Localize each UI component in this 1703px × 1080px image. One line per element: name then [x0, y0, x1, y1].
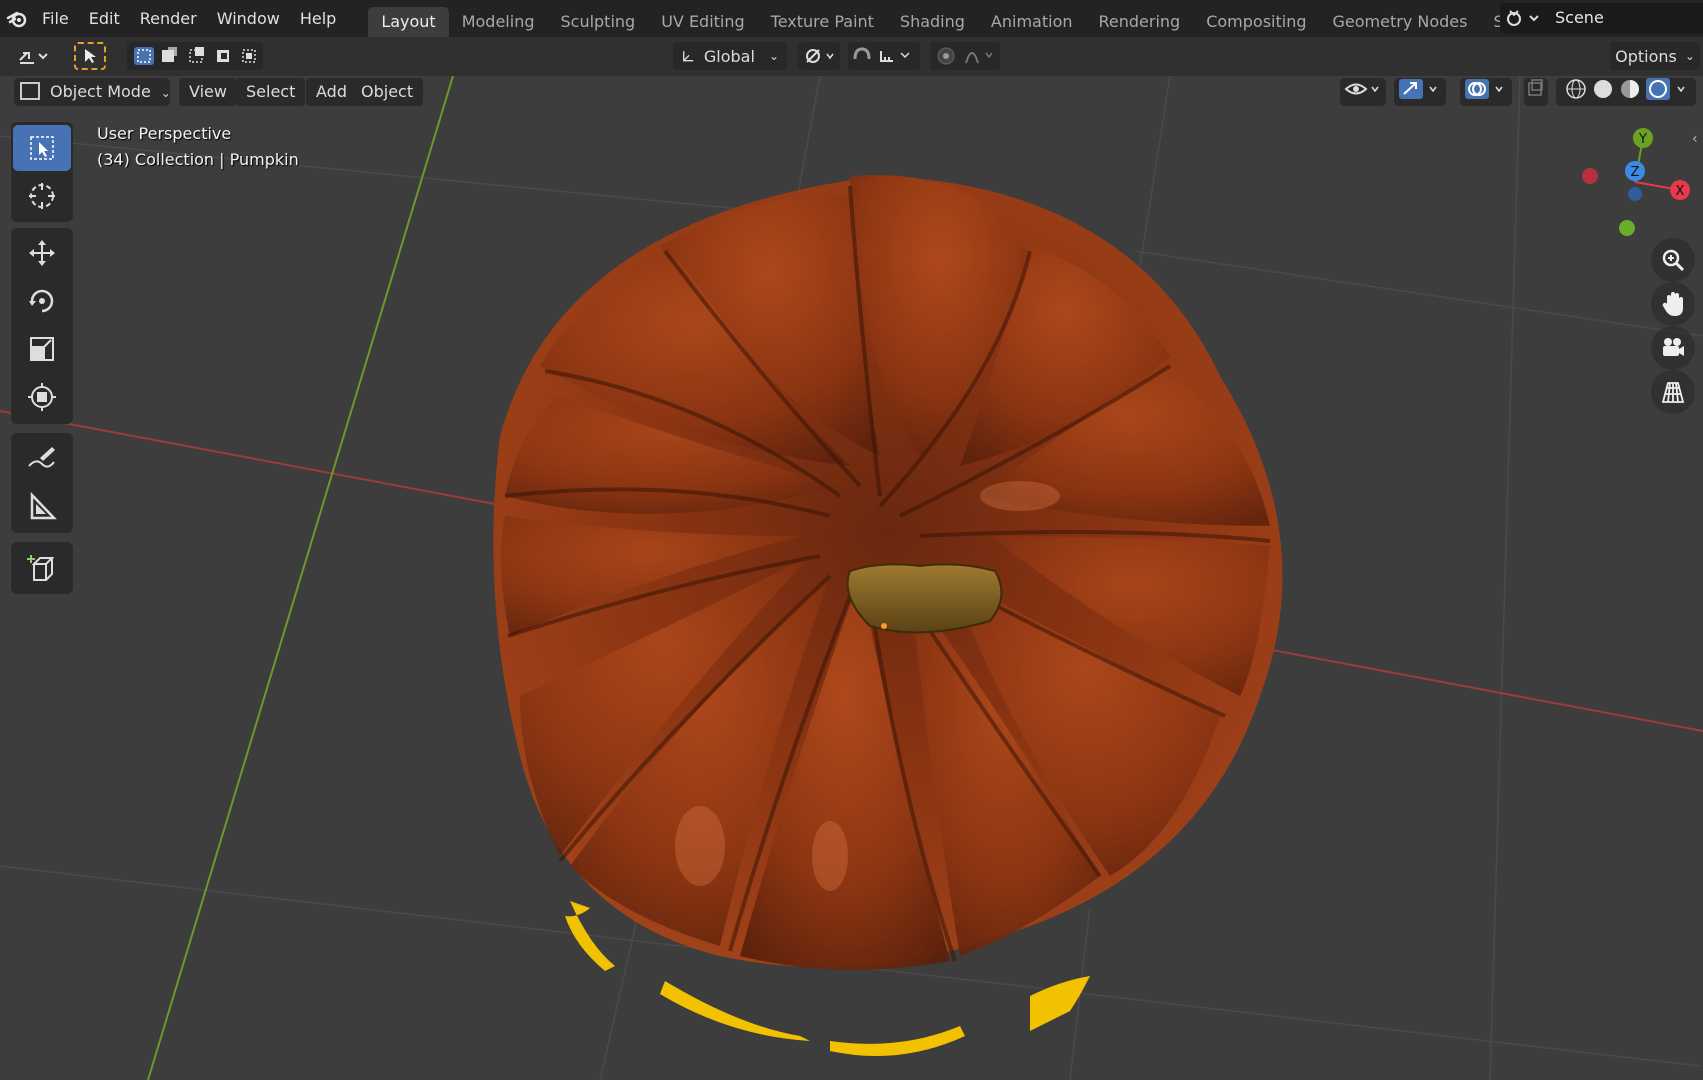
visibility-eye-icon[interactable] [1340, 78, 1386, 106]
chevron-down-icon: ⌄ [160, 86, 171, 100]
neg-x-axis-ball[interactable] [1582, 168, 1598, 184]
orientation-icon [683, 51, 694, 62]
blender-logo-icon[interactable] [2, 0, 32, 37]
pumpkin-object[interactable] [493, 175, 1283, 1056]
scale-icon[interactable] [13, 326, 71, 372]
menu-object[interactable]: Object [351, 78, 424, 106]
select-box-icon[interactable] [13, 125, 71, 171]
transform-orientation-dropdown[interactable]: Global ⌄ [673, 42, 787, 70]
menu-file[interactable]: File [32, 0, 79, 37]
add-cube-icon[interactable] [13, 545, 71, 591]
tab-modeling[interactable]: Modeling [449, 7, 548, 37]
workspace-tabs: Layout Modeling Sculpting UV Editing Tex… [368, 0, 1577, 37]
neg-z-axis-ball[interactable] [1628, 187, 1642, 201]
tab-animation[interactable]: Animation [978, 7, 1086, 37]
tab-rendering[interactable]: Rendering [1086, 7, 1194, 37]
neg-y-axis-ball[interactable] [1619, 220, 1635, 236]
toolbar-group-annotate [11, 433, 73, 533]
tab-geometry-nodes[interactable]: Geometry Nodes [1320, 7, 1481, 37]
pivot-point-icon[interactable] [798, 42, 840, 70]
gizmo-x-label: X [1676, 184, 1685, 199]
tab-sculpting[interactable]: Sculpting [547, 7, 648, 37]
toolbar-group-transform [11, 228, 73, 424]
orientation-label: Global [703, 46, 755, 66]
options-dropdown[interactable]: Options ⌄ [1610, 42, 1700, 70]
shading-mode-group [1556, 78, 1696, 106]
top-menu-bar: File Edit Render Window Help Layout Mode… [0, 0, 1703, 37]
object-mode-dropdown[interactable]: Object Mode ⌄ [14, 78, 171, 106]
tab-layout[interactable]: Layout [368, 6, 449, 37]
tab-uv-editing[interactable]: UV Editing [648, 7, 757, 37]
collection-label: (34) Collection | Pumpkin [97, 150, 299, 169]
rendered-shading-icon[interactable] [1646, 78, 1670, 100]
grid-view-icon[interactable] [1651, 370, 1695, 414]
tab-texture-paint[interactable]: Texture Paint [758, 7, 887, 37]
object-mode-icon [20, 82, 40, 100]
rotate-icon[interactable] [13, 278, 71, 324]
editor-type-icon[interactable] [14, 42, 56, 70]
material-shading-icon[interactable] [1621, 80, 1639, 98]
viewport-scene: Y Z X [0, 76, 1703, 1080]
cursor-icon[interactable] [13, 173, 71, 219]
menu-add[interactable]: Add [306, 78, 357, 106]
gizmo-toggle-icon[interactable] [1394, 78, 1446, 106]
xray-toggle-icon[interactable] [1524, 78, 1548, 106]
menu-help[interactable]: Help [290, 0, 346, 37]
zoom-icon[interactable] [1651, 238, 1695, 282]
overlays-toggle-icon[interactable] [1460, 78, 1512, 106]
solid-shading-icon[interactable] [1594, 80, 1612, 98]
measure-icon[interactable] [13, 484, 71, 530]
tab-compositing[interactable]: Compositing [1193, 7, 1319, 37]
select-mode-group [127, 42, 263, 70]
toolbar-group-add [11, 542, 73, 594]
scene-icon[interactable] [1500, 5, 1544, 31]
perspective-label: User Perspective [97, 124, 232, 143]
move-icon[interactable] [13, 230, 71, 276]
select-tool-icon[interactable] [74, 42, 106, 70]
scene-name: Scene [1555, 8, 1604, 27]
annotate-icon[interactable] [13, 436, 71, 482]
tab-shading[interactable]: Shading [887, 7, 978, 37]
proportional-editing-group [930, 42, 1000, 70]
chevron-down-icon: ⌄ [768, 49, 779, 63]
wireframe-shading-icon[interactable] [1566, 79, 1586, 99]
proportional-icon[interactable] [932, 45, 998, 67]
object-origin-dot [881, 623, 887, 629]
transform-icon[interactable] [13, 374, 71, 420]
menu-view[interactable]: View [179, 78, 237, 106]
gizmo-z-label: Z [1631, 165, 1640, 180]
navigation-gizmo[interactable]: Y Z X [1582, 128, 1690, 236]
object-mode-label: Object Mode [50, 82, 151, 101]
menu-select[interactable]: Select [236, 78, 306, 106]
options-label: Options [1615, 46, 1677, 66]
snap-magnet-icon[interactable] [849, 45, 919, 67]
sidebar-toggle-icon[interactable]: ‹ [1692, 131, 1698, 147]
3d-viewport[interactable]: Y Z X Object Mode ⌄ View Select Add Objec… [0, 76, 1703, 1080]
pumpkin-stem [846, 563, 1003, 634]
tool-header: Global ⌄ Options ⌄ [0, 37, 1703, 76]
toolbar-group-select [11, 122, 73, 222]
y-axis-line [147, 76, 454, 1080]
menu-render[interactable]: Render [130, 0, 207, 37]
menu-edit[interactable]: Edit [79, 0, 130, 37]
chevron-down-icon: ⌄ [1684, 49, 1695, 63]
menu-window[interactable]: Window [207, 0, 290, 37]
pan-hand-icon[interactable] [1651, 282, 1695, 326]
gizmo-y-label: Y [1638, 132, 1647, 147]
snapping-group [848, 42, 920, 70]
camera-icon[interactable] [1651, 326, 1695, 370]
